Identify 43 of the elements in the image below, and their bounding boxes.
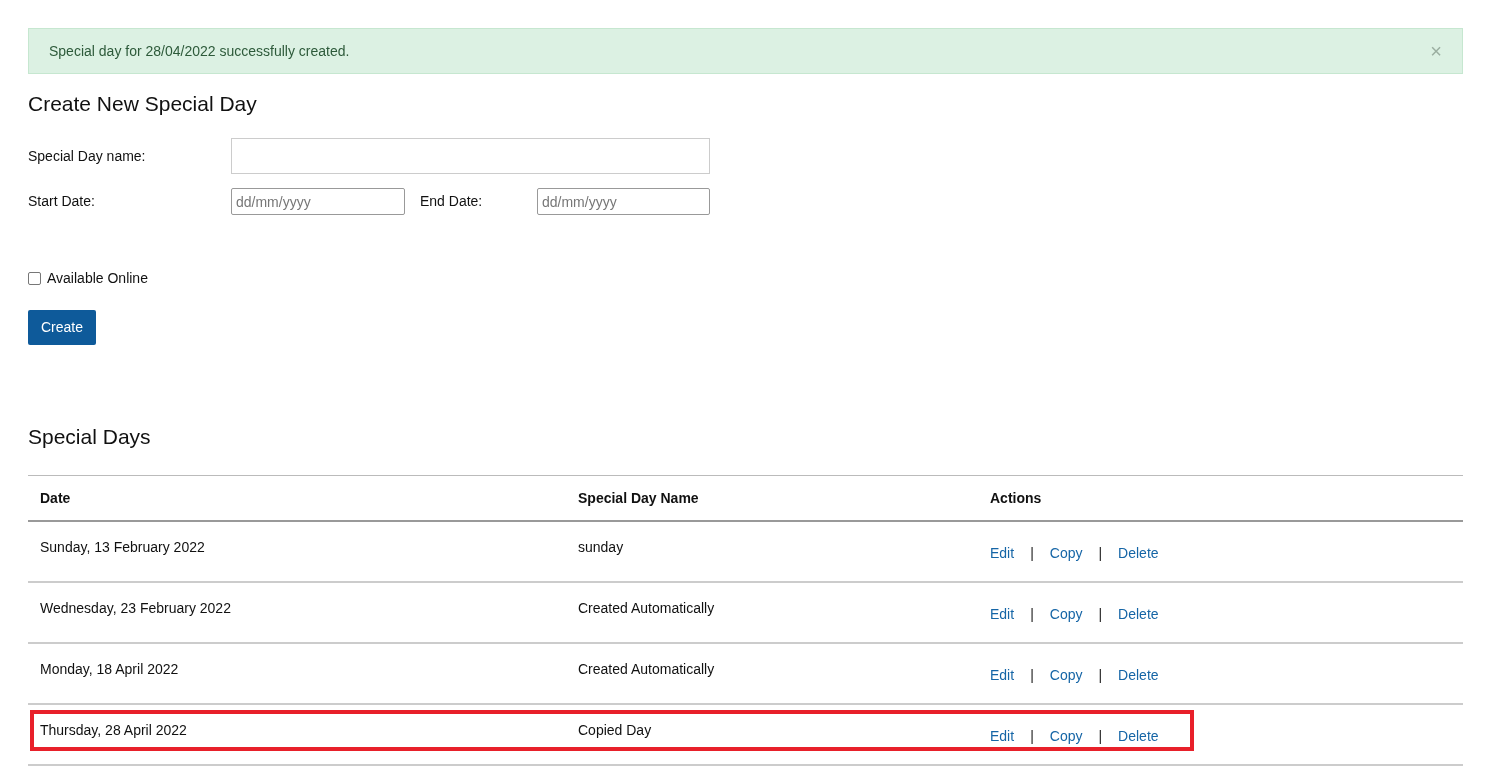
date-cell-text: Thursday, 28 April 2022 — [39, 721, 188, 740]
action-link[interactable]: Delete — [1118, 665, 1159, 686]
date-cell-text: Wednesday, 23 February 2022 — [39, 599, 232, 618]
action-link[interactable]: Edit — [990, 543, 1015, 564]
date-cell-text: Monday, 18 April 2022 — [39, 660, 180, 679]
checkbox-label: Available Online — [47, 269, 148, 288]
column-header: Actions — [989, 488, 1043, 508]
action-link[interactable]: Delete — [1118, 726, 1159, 747]
separator: | — [1098, 666, 1103, 685]
date-cell-text: Sunday, 13 February 2022 — [39, 538, 206, 557]
end-date-field[interactable]: dd/mm/yyyy — [537, 188, 710, 215]
section-title: Special Days — [28, 424, 152, 450]
action-link[interactable]: Copy — [1049, 665, 1083, 686]
action-link[interactable]: Copy — [1049, 543, 1083, 564]
alert-message: Special day for 28/04/2022 successfully created. — [49, 41, 350, 61]
name-cell-text: Created Automatically — [577, 660, 716, 679]
name-cell-text: Copied Day — [577, 721, 653, 740]
action-link[interactable]: Copy — [1049, 726, 1083, 747]
separator: | — [1098, 727, 1103, 746]
field-label: Start Date: — [28, 192, 96, 211]
action-link[interactable]: Edit — [990, 604, 1015, 625]
form-title: Create New Special Day — [28, 91, 258, 117]
name-input-field[interactable] — [231, 138, 710, 174]
name-cell-text: sunday — [577, 538, 625, 557]
checkbox[interactable] — [28, 272, 41, 285]
separator: | — [1030, 666, 1034, 685]
field-label: Special Day name: — [28, 146, 147, 166]
create-button[interactable]: Create — [28, 310, 97, 345]
name-cell-text: Created Automatically — [577, 599, 716, 618]
field-label: End Date: — [420, 192, 484, 211]
column-header: Special Day Name — [577, 488, 700, 508]
separator: | — [1098, 544, 1103, 563]
action-link[interactable]: Delete — [1118, 604, 1159, 625]
column-header: Date — [39, 488, 72, 508]
action-link[interactable]: Edit — [990, 726, 1015, 747]
action-link[interactable]: Copy — [1049, 604, 1083, 625]
separator: | — [1030, 605, 1034, 624]
action-link[interactable]: Delete — [1118, 543, 1159, 564]
separator: | — [1030, 544, 1034, 563]
action-link[interactable]: Edit — [990, 665, 1015, 686]
start-date-field[interactable]: dd/mm/yyyy — [231, 188, 405, 215]
separator: | — [1030, 727, 1034, 746]
separator: | — [1098, 605, 1103, 624]
